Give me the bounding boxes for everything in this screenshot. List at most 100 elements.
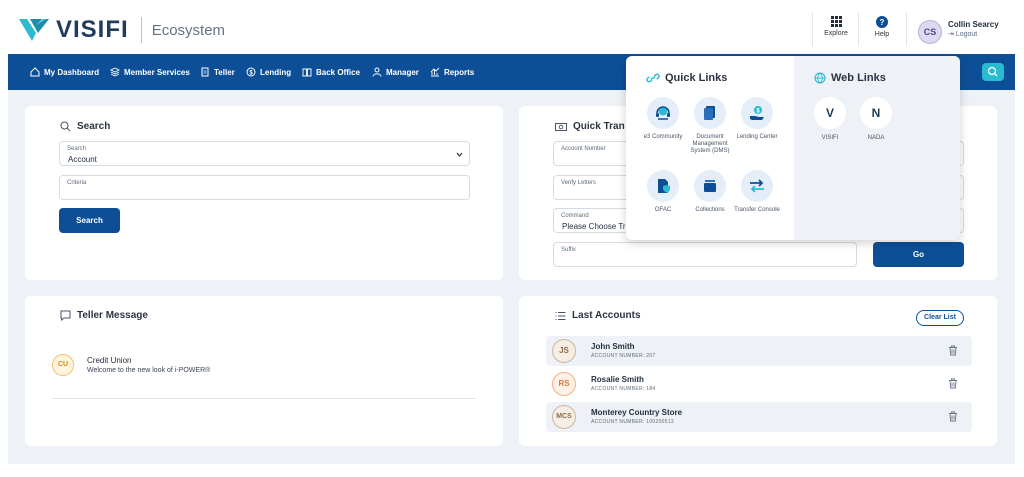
message-sender: Credit Union: [87, 356, 132, 365]
nav-label: Back Office: [316, 67, 361, 77]
nav-item-teller[interactable]: Teller: [200, 67, 235, 77]
product-name: Ecosystem: [151, 21, 226, 39]
account-number-input[interactable]: Account Number: [553, 141, 627, 166]
quick-link-lending-center[interactable]: $ Lending Center: [732, 97, 782, 141]
last-accounts-title: Last Accounts: [555, 310, 641, 321]
logout-icon: ⇥: [948, 31, 956, 38]
quick-link-transfer-console[interactable]: Transfer Console: [732, 170, 782, 214]
nav-label: Manager: [386, 67, 419, 77]
visifi-logo-icon: [19, 19, 49, 41]
nav-item-back-office[interactable]: Back Office: [302, 67, 360, 77]
nav-item-my-dashboard[interactable]: My Dashboard: [30, 67, 99, 77]
clear-list-button[interactable]: Clear List: [916, 310, 964, 326]
message-sender-avatar: CU: [52, 354, 74, 376]
command-select-edge: [960, 208, 964, 233]
verify-letters-input[interactable]: Verify Letters: [553, 175, 627, 200]
layers-icon: [110, 67, 120, 77]
nav-label: Member Services: [124, 67, 190, 77]
nav-label: Reports: [444, 67, 475, 77]
web-link-label: NADA: [867, 135, 885, 141]
teller-message-title: Teller Message: [60, 310, 148, 321]
quick-link-label: Lending Center: [736, 134, 778, 140]
cash-icon: [555, 122, 567, 131]
explore-popup: Quick Links Web Links e3 Community Docum…: [626, 56, 960, 240]
trash-icon[interactable]: [948, 411, 958, 422]
account-row[interactable]: RS Rosalie Smith ACCOUNT NUMBER: 184: [546, 369, 972, 399]
account-number: ACCOUNT NUMBER: 207: [591, 353, 656, 359]
search-type-label: Search: [67, 146, 87, 152]
verify-letters-input-edge: [960, 175, 964, 200]
dollar-circle-icon: $: [246, 67, 256, 77]
trash-icon[interactable]: [948, 345, 958, 356]
search-button[interactable]: Search: [59, 208, 120, 233]
help-icon: ?: [876, 16, 888, 28]
last-accounts-title-text: Last Accounts: [572, 310, 641, 321]
web-link-visifi[interactable]: V VISIFI: [810, 97, 850, 141]
nav-label: My Dashboard: [44, 67, 100, 77]
nav-item-reports[interactable]: Reports: [430, 67, 474, 77]
web-link-letter: V: [814, 97, 846, 129]
quick-link-ofac[interactable]: OFAC: [638, 170, 688, 214]
svg-text:?: ?: [880, 18, 885, 27]
account-name: John Smith: [591, 342, 635, 351]
criteria-input[interactable]: Criteria: [59, 175, 470, 200]
nav-item-member-services[interactable]: Member Services: [110, 67, 190, 77]
quick-links-title: Quick Links: [646, 72, 727, 84]
teller-message-title-text: Teller Message: [77, 310, 148, 321]
globe-icon: [814, 72, 826, 84]
documents-icon: [704, 106, 715, 120]
nav-label: Teller: [214, 67, 235, 77]
nav-label: Lending: [260, 67, 292, 77]
web-link-label: VISIFI: [821, 135, 839, 141]
quick-link-collections[interactable]: Collections: [685, 170, 735, 214]
nav-item-lending[interactable]: $ Lending: [246, 67, 291, 77]
web-links-title-text: Web Links: [831, 72, 886, 84]
home-icon: [30, 67, 40, 77]
suffix-input[interactable]: Suffix: [553, 242, 857, 267]
help-button[interactable]: ? Help: [862, 16, 902, 38]
search-type-value: Account: [68, 155, 97, 164]
account-avatar: JS: [552, 339, 576, 363]
hand-dollar-icon: $: [750, 106, 764, 120]
command-label: Command: [561, 213, 589, 219]
go-button[interactable]: Go: [873, 242, 964, 267]
account-avatar: MCS: [552, 405, 576, 429]
quick-link-e3-community[interactable]: e3 Community: [638, 97, 688, 141]
explore-button[interactable]: Explore: [816, 16, 856, 37]
brand-logo[interactable]: VISIFI Ecosystem: [18, 16, 225, 44]
command-select[interactable]: Command Please Choose Tra: [553, 208, 627, 233]
account-row[interactable]: MCS Monterey Country Store ACCOUNT NUMBE…: [546, 402, 972, 432]
account-number-label: Account Number: [561, 146, 606, 152]
nav-search-button[interactable]: [982, 63, 1004, 81]
quick-link-dms[interactable]: Document Management System (DMS): [685, 97, 735, 155]
web-links-title: Web Links: [814, 72, 886, 84]
message-text: Welcome to the new look of i-POWER®: [87, 367, 211, 374]
headset-icon: [656, 106, 670, 120]
book-icon: [302, 68, 312, 77]
account-avatar: RS: [552, 372, 576, 396]
message-icon: [60, 310, 71, 321]
person-icon: [372, 67, 382, 77]
logo-divider: [140, 17, 142, 43]
nav-item-manager[interactable]: Manager: [372, 67, 419, 77]
chart-icon: [430, 67, 440, 77]
suffix-label: Suffix: [561, 247, 576, 253]
search-type-select[interactable]: Search Account: [59, 141, 470, 166]
user-avatar[interactable]: CS: [918, 20, 942, 44]
quick-links-title-text: Quick Links: [665, 72, 728, 84]
header-divider: [812, 12, 813, 46]
search-title-text: Search: [77, 121, 111, 132]
logout-link[interactable]: ⇥ Logout: [948, 30, 977, 38]
shield-document-icon: [658, 179, 670, 193]
account-row[interactable]: JS John Smith ACCOUNT NUMBER: 207: [546, 336, 972, 366]
top-header: VISIFI Ecosystem Explore ? Help CS Colli…: [0, 0, 1024, 54]
search-card-title: Search: [60, 121, 110, 132]
folder-stack-icon: [704, 180, 716, 192]
account-name: Monterey Country Store: [591, 408, 683, 417]
document-icon: [201, 67, 209, 77]
transfer-arrows-icon: [750, 179, 764, 193]
web-link-nada[interactable]: N NADA: [856, 97, 896, 141]
grid-icon: [830, 16, 842, 27]
list-icon: [555, 311, 566, 320]
trash-icon[interactable]: [948, 378, 958, 389]
